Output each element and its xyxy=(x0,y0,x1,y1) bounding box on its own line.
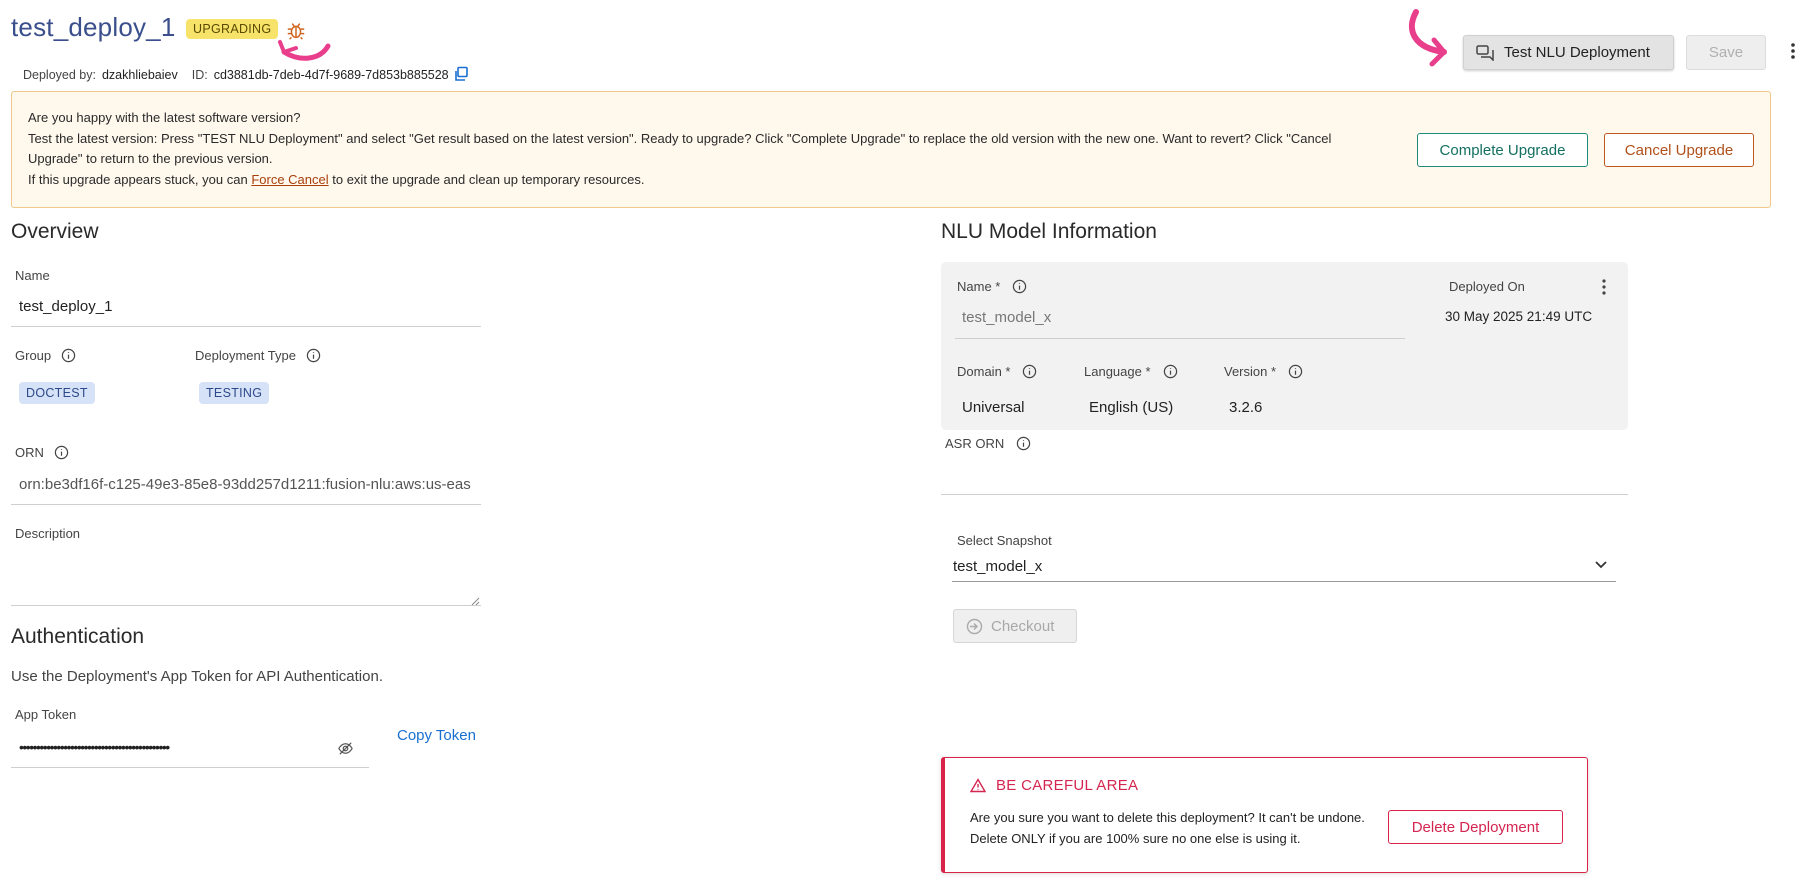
deployed-on-label: Deployed On xyxy=(1449,279,1525,294)
select-snapshot-dropdown[interactable] xyxy=(952,532,1616,582)
version-label-wrap: Version * xyxy=(1224,364,1303,379)
checkout-label: Checkout xyxy=(991,617,1055,635)
info-icon[interactable] xyxy=(1012,279,1027,294)
select-snapshot-value: test_model_x xyxy=(953,558,1043,575)
group-label-wrap: Group xyxy=(15,348,76,363)
cancel-upgrade-button[interactable]: Cancel Upgrade xyxy=(1604,133,1754,167)
language-value: English (US) xyxy=(1089,399,1174,416)
info-icon[interactable] xyxy=(1016,436,1031,451)
status-badge: UPGRADING xyxy=(186,19,279,39)
orn-field-underline xyxy=(11,504,481,505)
group-label: Group xyxy=(15,348,52,363)
app-token-field[interactable]: ••••••••••••••••••••••••••••••••••••••••… xyxy=(19,739,329,755)
delete-deployment-button[interactable]: Delete Deployment xyxy=(1388,810,1563,844)
orn-label: ORN xyxy=(15,445,44,460)
test-nlu-deployment-button[interactable]: Test NLU Deployment xyxy=(1463,35,1674,70)
annotation-arrow-icon xyxy=(278,40,331,61)
nlu-heading: NLU Model Information xyxy=(941,220,1157,243)
deployed-on-value: 30 May 2025 21:49 UTC xyxy=(1445,309,1593,324)
nlu-info-panel xyxy=(941,262,1628,430)
authentication-heading: Authentication xyxy=(11,625,145,648)
danger-title: BE CAREFUL AREA xyxy=(996,777,1139,794)
nlu-name-underline xyxy=(955,338,1405,339)
banner-line-2: Test the latest version: Press "TEST NLU… xyxy=(28,130,1332,167)
resize-handle-icon[interactable] xyxy=(470,596,480,606)
name-field[interactable]: test_deploy_1 xyxy=(19,298,112,315)
description-textarea[interactable] xyxy=(11,548,481,606)
chat-icon xyxy=(1476,44,1494,61)
info-icon[interactable] xyxy=(54,445,69,460)
nlu-name-label: Name * xyxy=(957,279,1001,294)
asr-orn-label: ASR ORN xyxy=(945,436,1005,451)
kebab-icon[interactable] xyxy=(1599,278,1609,296)
warning-icon xyxy=(970,778,986,793)
domain-label: Domain * xyxy=(957,364,1011,379)
version-value: 3.2.6 xyxy=(1229,399,1263,416)
description-label: Description xyxy=(15,526,81,541)
group-chip: DOCTEST xyxy=(19,382,95,404)
info-icon[interactable] xyxy=(306,348,321,363)
banner-line-3: If this upgrade appears stuck, you can F… xyxy=(28,170,1388,191)
danger-title-wrap: BE CAREFUL AREA xyxy=(970,777,1138,794)
orn-field[interactable]: orn:be3df16f-c125-49e3-85e8-93dd257d1211… xyxy=(19,476,474,493)
overview-heading: Overview xyxy=(11,220,99,243)
banner-line-3-suffix: to exit the upgrade and clean up tempora… xyxy=(332,171,645,187)
language-label-wrap: Language * xyxy=(1084,364,1178,379)
save-button[interactable]: Save xyxy=(1686,35,1766,70)
name-field-underline xyxy=(11,326,481,327)
info-icon[interactable] xyxy=(1022,364,1037,379)
info-icon[interactable] xyxy=(1288,364,1303,379)
id-label: ID: xyxy=(191,68,208,82)
deployed-by-label: Deployed by: xyxy=(23,68,96,82)
asr-orn-underline xyxy=(941,494,1628,495)
checkout-button[interactable]: Checkout xyxy=(953,609,1077,643)
page-title: test_deploy_1 xyxy=(11,12,176,42)
authentication-subtitle: Use the Deployment's App Token for API A… xyxy=(11,668,383,685)
nlu-name-label-wrap: Name * xyxy=(957,279,1027,294)
id-value: cd3881db-7deb-4d7f-9689-7d853b885528 xyxy=(213,68,449,82)
name-label: Name xyxy=(15,268,50,283)
deployment-type-label: Deployment Type xyxy=(195,348,296,363)
deployment-type-label-wrap: Deployment Type xyxy=(195,348,321,363)
complete-upgrade-button[interactable]: Complete Upgrade xyxy=(1417,133,1588,167)
deployed-by-value: dzakhliebaiev xyxy=(101,68,178,82)
danger-text: Are you sure you want to delete this dep… xyxy=(970,810,1365,846)
eye-off-icon[interactable] xyxy=(337,740,354,757)
nlu-name-field[interactable]: test_model_x xyxy=(962,309,1051,326)
domain-value: Universal xyxy=(962,399,1025,416)
deployment-meta: Deployed by: dzakhliebaiev ID: cd3881db-… xyxy=(23,68,449,82)
app-token-label: App Token xyxy=(15,707,77,722)
language-label: Language * xyxy=(1084,364,1151,379)
version-label: Version * xyxy=(1224,364,1277,379)
checkout-icon xyxy=(966,618,983,634)
orn-label-wrap: ORN xyxy=(15,445,69,460)
copy-icon[interactable] xyxy=(453,66,469,82)
kebab-icon[interactable] xyxy=(1788,40,1798,62)
domain-label-wrap: Domain * xyxy=(957,364,1037,379)
info-icon[interactable] xyxy=(61,348,76,363)
chevron-down-icon[interactable] xyxy=(1593,559,1609,571)
asr-orn-label-wrap: ASR ORN xyxy=(945,436,1031,451)
test-nlu-deployment-label: Test NLU Deployment xyxy=(1504,44,1650,61)
annotation-arrow-icon xyxy=(1409,9,1447,67)
deployment-type-chip: TESTING xyxy=(199,382,270,404)
copy-token-link[interactable]: Copy Token xyxy=(397,727,476,744)
banner-line-3-prefix: If this upgrade appears stuck, you can xyxy=(28,171,248,187)
app-token-underline xyxy=(11,767,369,768)
force-cancel-link[interactable]: Force Cancel xyxy=(251,172,328,187)
info-icon[interactable] xyxy=(1163,364,1178,379)
upgrade-banner-text: Are you happy with the latest software v… xyxy=(28,108,1388,190)
banner-line-1: Are you happy with the latest software v… xyxy=(28,110,301,125)
